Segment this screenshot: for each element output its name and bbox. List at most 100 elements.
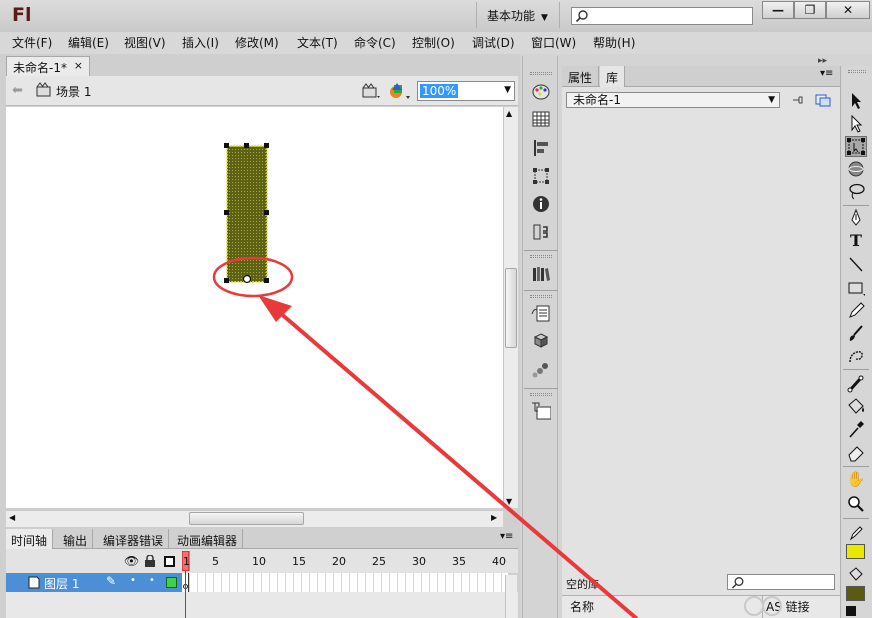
project-icon[interactable]: [531, 401, 551, 421]
library-icon[interactable]: [531, 264, 551, 284]
horizontal-scroll-thumb[interactable]: [189, 512, 304, 525]
movie-explorer-icon[interactable]: [531, 360, 551, 380]
transform-point-icon[interactable]: [242, 274, 252, 284]
tab-compiler-errors[interactable]: 编译器错误: [98, 529, 170, 549]
edit-bar: ⬅ 场景 1 100% ▼: [6, 76, 518, 106]
help-search-input[interactable]: [571, 7, 753, 25]
dock-grip[interactable]: [530, 393, 552, 396]
tab-timeline[interactable]: 时间轴: [6, 529, 54, 549]
bone-tool[interactable]: [845, 373, 867, 394]
menu-control[interactable]: 控制(O): [412, 34, 455, 51]
close-window-button[interactable]: ✕: [826, 1, 870, 19]
pencil-tool[interactable]: [845, 300, 867, 321]
info-icon[interactable]: [531, 194, 551, 214]
paint-bucket-tool[interactable]: [845, 396, 867, 417]
pen-tool[interactable]: [845, 208, 867, 229]
pin-library-icon[interactable]: [791, 93, 805, 107]
layer-row[interactable]: 图层 1 ✎ • •: [6, 573, 182, 592]
dock-grip[interactable]: [530, 295, 552, 298]
scroll-down-icon[interactable]: ▼: [506, 497, 512, 506]
selection-tool[interactable]: [845, 90, 867, 111]
collapse-icon[interactable]: ▸▸: [818, 56, 827, 66]
timeline-tabbar: 时间轴 输出 编译器错误 动画编辑器 ▾≡: [6, 529, 518, 549]
dock-grip[interactable]: [530, 72, 552, 75]
menu-view[interactable]: 视图(V): [124, 34, 166, 51]
selected-rectangle-shape[interactable]: [220, 140, 275, 290]
document-tab[interactable]: 未命名-1* ×: [6, 56, 90, 76]
transform-icon[interactable]: [531, 166, 551, 186]
fill-color-tool[interactable]: [845, 564, 867, 585]
pencil-icon[interactable]: ✎: [106, 574, 116, 588]
swatches-icon[interactable]: [531, 109, 551, 129]
color-icon[interactable]: [531, 82, 551, 102]
document-tab-title: 未命名-1*: [13, 61, 67, 75]
menu-modify[interactable]: 修改(M): [235, 34, 279, 51]
menu-debug[interactable]: 调试(D): [472, 34, 515, 51]
rectangle-tool[interactable]: [845, 277, 867, 298]
menu-text[interactable]: 文本(T): [297, 34, 338, 51]
fill-color-swatch[interactable]: [846, 586, 865, 601]
subselection-tool[interactable]: [845, 113, 867, 134]
menu-file[interactable]: 文件(F): [12, 34, 52, 51]
edit-symbol-icon[interactable]: [388, 81, 412, 101]
edit-scene-icon[interactable]: [362, 82, 382, 100]
menu-edit[interactable]: 编辑(E): [68, 34, 109, 51]
column-name[interactable]: 名称: [570, 598, 594, 615]
frames-row[interactable]: [182, 573, 508, 592]
default-colors-icon[interactable]: [846, 606, 856, 616]
outline-icon[interactable]: [164, 556, 175, 567]
minimize-button[interactable]: —: [762, 1, 794, 19]
tab-library[interactable]: 库: [600, 66, 626, 87]
scroll-left-icon[interactable]: ◀: [9, 513, 15, 522]
tab-motion-editor[interactable]: 动画编辑器: [172, 529, 244, 549]
rectangle-icon: [848, 282, 865, 296]
tools-grip[interactable]: [848, 70, 866, 73]
lock-dot[interactable]: •: [149, 575, 155, 586]
code-snippets-icon[interactable]: [531, 222, 551, 242]
zoom-select[interactable]: 100% ▼: [417, 81, 515, 101]
free-transform-tool[interactable]: [845, 136, 867, 157]
close-icon[interactable]: ×: [74, 59, 83, 72]
layer-name[interactable]: 图层 1: [44, 575, 79, 592]
eyedropper-tool[interactable]: [845, 419, 867, 440]
menu-commands[interactable]: 命令(C): [354, 34, 396, 51]
lock-icon[interactable]: [144, 555, 156, 568]
motion-presets-icon[interactable]: [531, 304, 551, 324]
library-document-select[interactable]: 未命名-1 ▼: [566, 92, 780, 108]
eraser-tool[interactable]: [845, 442, 867, 463]
stroke-color-swatch[interactable]: [846, 544, 865, 559]
layer-outline-color[interactable]: [166, 577, 177, 588]
visibility-dot[interactable]: •: [130, 575, 136, 586]
deco-tool[interactable]: [845, 346, 867, 367]
line-tool[interactable]: [845, 254, 867, 275]
lasso-tool[interactable]: [845, 181, 867, 202]
playhead[interactable]: [182, 551, 189, 618]
menu-insert[interactable]: 插入(I): [182, 34, 219, 51]
menu-window[interactable]: 窗口(W): [531, 34, 576, 51]
restore-button[interactable]: ❐: [794, 1, 826, 19]
align-icon[interactable]: [531, 138, 551, 158]
workspace-switcher[interactable]: 基本功能 ▼: [476, 2, 560, 28]
back-arrow-icon[interactable]: ⬅: [12, 83, 23, 98]
new-library-panel-icon[interactable]: [815, 93, 831, 107]
scroll-right-icon[interactable]: ▶: [491, 513, 497, 522]
stroke-color-tool[interactable]: [845, 522, 867, 543]
tab-properties[interactable]: 属性: [562, 66, 600, 87]
vertical-scroll-thumb[interactable]: [505, 268, 517, 348]
eye-icon[interactable]: 👁: [124, 554, 139, 568]
menu-help[interactable]: 帮助(H): [593, 34, 635, 51]
tab-output[interactable]: 输出: [58, 529, 94, 549]
panel-menu-icon[interactable]: ▾≡: [820, 68, 833, 79]
components-icon[interactable]: [531, 332, 551, 352]
hand-tool[interactable]: ✋: [845, 470, 867, 491]
text-tool[interactable]: T: [845, 231, 867, 252]
timeline-scrollbar[interactable]: [505, 575, 517, 618]
scene-label[interactable]: 场景 1: [56, 83, 91, 100]
3d-rotation-tool[interactable]: [845, 159, 867, 180]
dock-grip[interactable]: [530, 255, 552, 258]
scroll-up-icon[interactable]: ▲: [506, 109, 512, 118]
panel-menu-icon[interactable]: ▾≡: [500, 531, 513, 542]
zoom-tool[interactable]: [845, 493, 867, 514]
library-search-input[interactable]: [727, 574, 835, 590]
brush-tool[interactable]: [845, 323, 867, 344]
